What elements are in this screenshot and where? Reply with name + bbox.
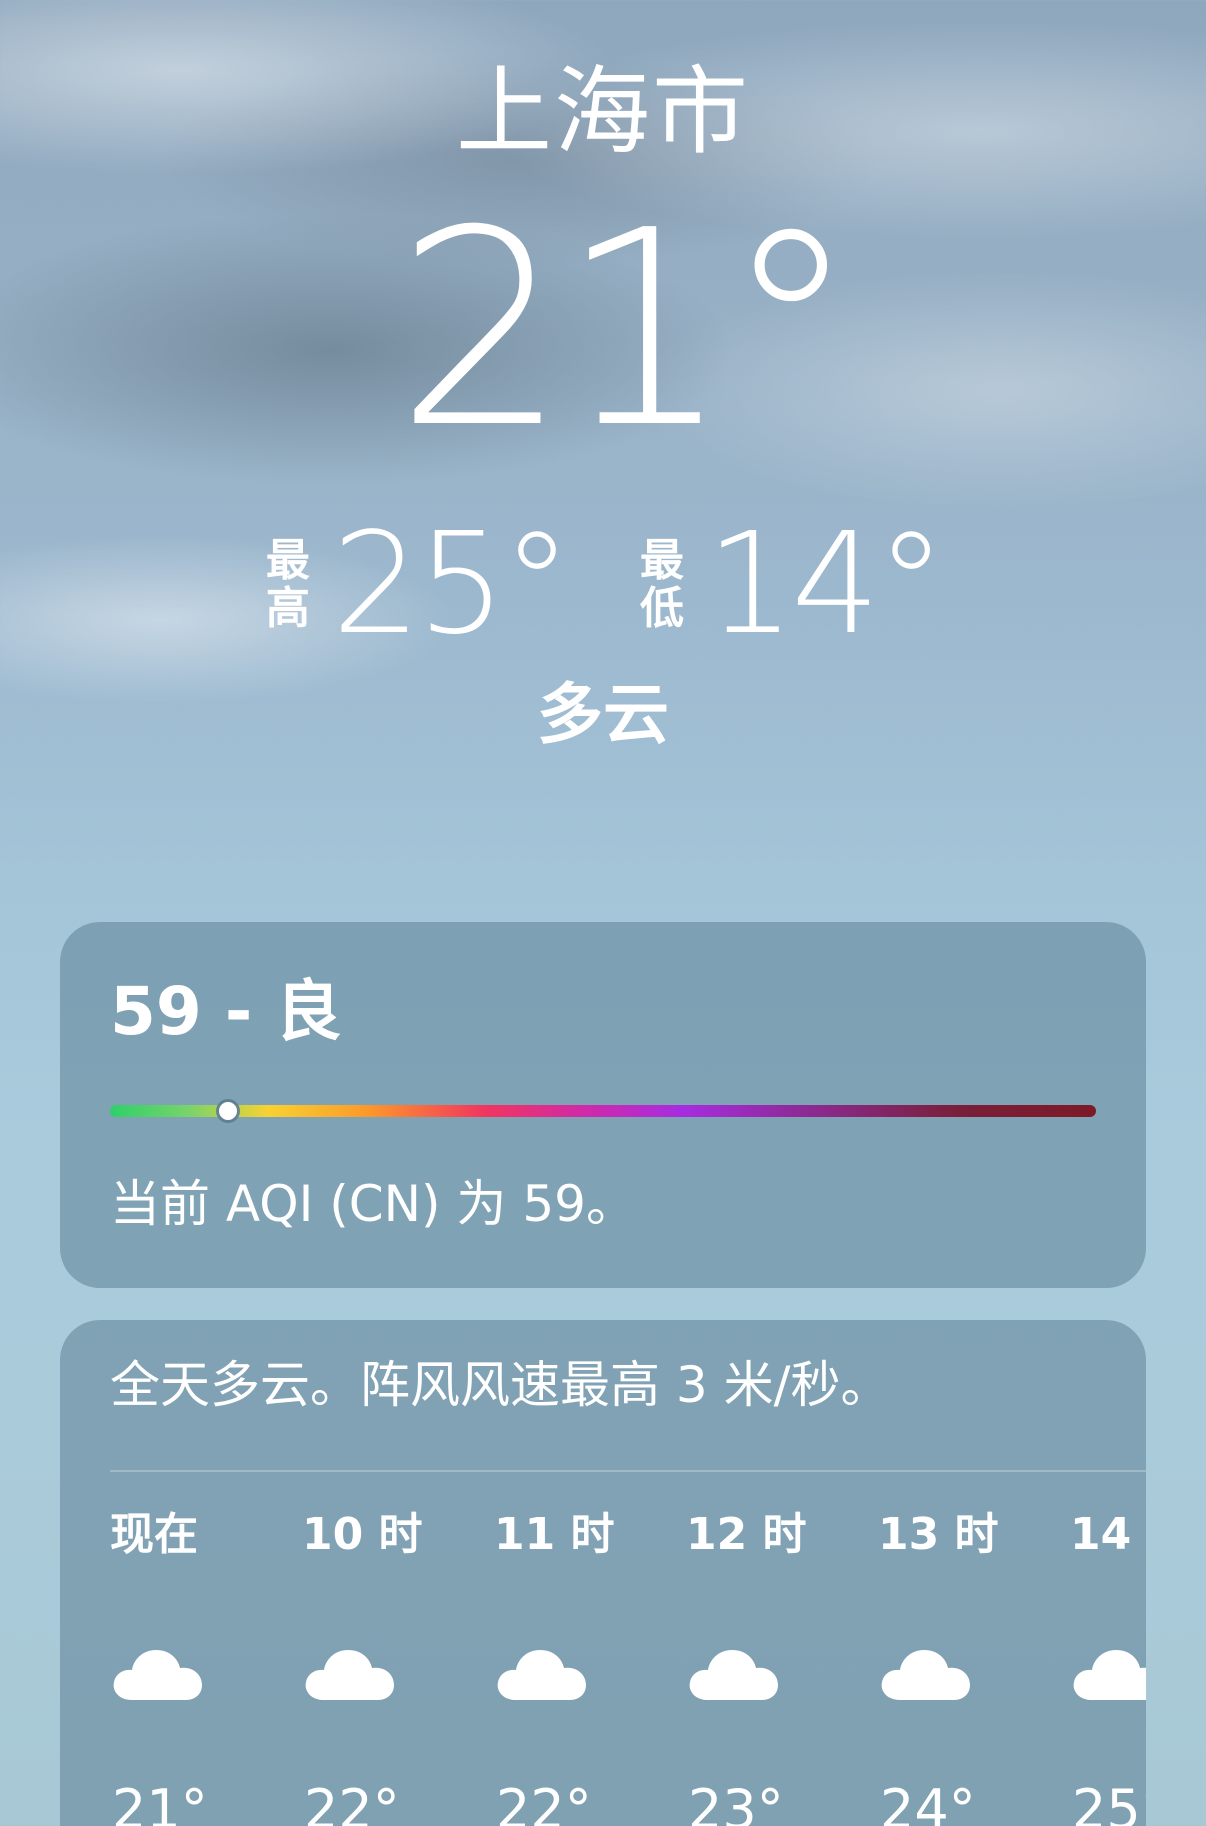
hour-item: 13 时 24° [878, 1320, 1028, 1826]
hour-label: 13 时 [878, 1509, 999, 1560]
aqi-scale-bar [110, 1102, 1096, 1120]
hourly-forecast-card[interactable]: 全天多云。阵风风速最高 3 米/秒。 现在 21° 10 时 22° 11 时 … [60, 1320, 1146, 1826]
hour-label: 12 时 [686, 1509, 807, 1560]
high-low-temperatures: 最高 25° 最低 14° [0, 510, 1206, 660]
cloud-icon [497, 1650, 586, 1700]
hour-item: 现在 21° [110, 1320, 260, 1826]
city-name: 上海市 [456, 56, 750, 168]
aqi-headline: 59 - 良 [110, 973, 342, 1050]
low-temperature: 14° [706, 503, 946, 666]
hour-temperature: 22° [496, 1778, 592, 1826]
hour-temperature: 21° [112, 1778, 208, 1826]
hour-temperature: 24° [880, 1778, 976, 1826]
hour-label: 11 时 [494, 1509, 615, 1560]
hour-item: 10 时 22° [302, 1320, 452, 1826]
hour-temperature: 25° [1072, 1778, 1146, 1826]
current-temperature: 21° [395, 172, 859, 487]
hour-item: 11 时 22° [494, 1320, 644, 1826]
weather-condition: 多云 [537, 676, 669, 753]
low-temperature-group: 最低 14° [638, 503, 946, 666]
cloud-icon [305, 1650, 394, 1700]
aqi-gradient [110, 1105, 1096, 1117]
hour-label: 14 时 [1070, 1509, 1146, 1560]
hour-item: 12 时 23° [686, 1320, 836, 1826]
hour-label: 10 时 [302, 1509, 423, 1560]
hour-label: 现在 [110, 1509, 198, 1560]
high-label: 最高 [265, 535, 310, 634]
aqi-description: 当前 AQI (CN) 为 59。 [110, 1175, 636, 1233]
hour-temperature: 22° [304, 1778, 400, 1826]
low-label: 最低 [640, 535, 684, 634]
air-quality-card[interactable]: 59 - 良 当前 AQI (CN) 为 59。 [60, 922, 1146, 1288]
high-temperature: 25° [331, 503, 572, 666]
hourly-forecast-scroller[interactable]: 现在 21° 10 时 22° 11 时 22° 12 时 23° 13 时 2… [110, 1320, 1146, 1826]
hour-item: 14 时 25° [1070, 1320, 1146, 1826]
high-temperature-group: 最高 25° [264, 503, 572, 666]
cloud-icon [881, 1650, 970, 1700]
cloud-icon [113, 1650, 202, 1700]
hour-temperature: 23° [688, 1778, 784, 1826]
aqi-marker [219, 1102, 238, 1120]
weather-header: 上海市 21° 最高 25° 最低 14° 多云 [0, 0, 1206, 780]
cloud-icon [689, 1650, 778, 1700]
cloud-icon [1073, 1650, 1146, 1700]
